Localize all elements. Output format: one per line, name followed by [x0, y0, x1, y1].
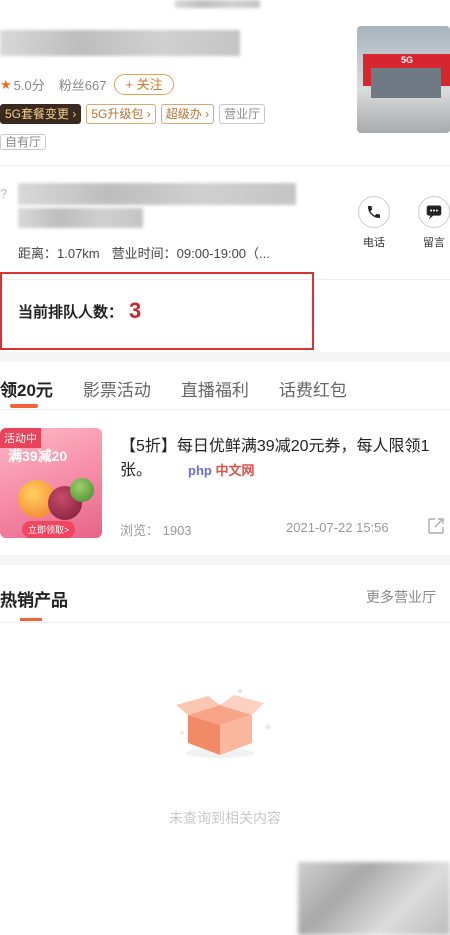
fruit-image [70, 478, 94, 502]
service-tags: 5G套餐变更 › 5G升级包 › 超级办 › 营业厅 [0, 104, 266, 124]
promo-thumbnail[interactable]: 活动中 满39减20 立即领取> [0, 428, 102, 538]
empty-box-icon [168, 683, 278, 763]
divider [0, 409, 450, 410]
follow-label: 关注 [136, 77, 163, 92]
blurred-store-name [0, 30, 240, 56]
message-label: 留言 [423, 237, 445, 249]
tab-movie-tickets[interactable]: 影票活动 [83, 376, 151, 401]
tag-business-hall: 营业厅 [219, 104, 266, 124]
tab-get-20-yuan[interactable]: 领20元 [0, 376, 53, 401]
rating-value: 5.0分 [13, 78, 45, 93]
distance-text: 距离：1.07km [18, 246, 100, 261]
blurred-address-line1 [18, 183, 296, 205]
tag-label: 5G套餐变更 [5, 107, 70, 121]
promo-thumb-cta: 立即领取> [22, 521, 76, 538]
more-halls-link[interactable]: 更多营业厅 [366, 587, 436, 607]
watermark-cn: 中文网 [215, 463, 255, 478]
blurred-top-text [175, 0, 260, 8]
tag-5g-upgrade[interactable]: 5G升级包 › [86, 104, 156, 124]
store-photo[interactable]: 5G [357, 26, 450, 133]
star-icon: ★ [0, 76, 12, 92]
activity-tabs: 领20元 影票活动 直播福利 话费红包 [0, 366, 450, 410]
promo-status-badge: 活动中 [0, 428, 41, 448]
promo-date: 2021-07-22 15:56 [286, 520, 389, 535]
tag-5g-plan-change[interactable]: 5G套餐变更 › [0, 104, 82, 124]
store-card: ★ 5.0分 粉丝667 + 关注 5G套餐变更 › 5G升级包 › 超级办 ›… [0, 0, 450, 165]
tab-phone-credit[interactable]: 话费红包 [279, 376, 347, 401]
empty-state-text: 未查询到相关内容 [169, 810, 281, 826]
rating-row: ★ 5.0分 粉丝667 + 关注 [0, 74, 174, 95]
section-gap [0, 352, 450, 362]
site-watermark: php 中文网 [188, 460, 254, 479]
divider [0, 622, 450, 623]
tag-super-service[interactable]: 超级办 › [160, 104, 215, 124]
section-indicator [20, 618, 42, 621]
active-tab-indicator [10, 404, 38, 408]
store-info-line: 距离：1.07km 营业时间：09:00-19:00（... [18, 243, 270, 262]
queue-label: 当前排队人数： [18, 303, 124, 321]
storefront-window [371, 68, 441, 98]
message-icon [418, 196, 450, 228]
store-photo-logo: 5G [401, 55, 414, 65]
phone-icon [358, 196, 390, 228]
message-button[interactable]: 留言 [414, 196, 450, 250]
tag-label: 5G升级包 [91, 107, 144, 121]
hours-text: 营业时间：09:00-19:00（... [111, 246, 270, 261]
blurred-address-line2 [18, 208, 143, 228]
promo-title[interactable]: 【5折】每日优鲜满39减20元券，每人限领1张。 [120, 435, 445, 483]
promo-views: 浏览： 1903 [120, 523, 192, 538]
tag-label: 超级办 [165, 107, 202, 121]
queue-status-box: 当前排队人数： 3 [0, 272, 314, 350]
follow-button[interactable]: + 关注 [114, 74, 174, 95]
fans-count: 粉丝667 [58, 78, 107, 93]
divider [0, 165, 450, 166]
section-gap [0, 555, 450, 565]
phone-button[interactable]: 电话 [354, 196, 394, 250]
tab-live-benefits[interactable]: 直播福利 [181, 376, 249, 401]
location-pin-icon: ? [0, 186, 8, 201]
queue-count: 3 [129, 298, 142, 323]
hot-products-title: 热销产品 [0, 591, 68, 610]
watermark-php: php [188, 463, 212, 478]
phone-label: 电话 [363, 237, 385, 249]
tag-own-hall: 自有厅 [0, 134, 47, 150]
promo-thumb-headline: 满39减20 [8, 448, 68, 464]
share-icon[interactable] [427, 517, 445, 535]
blurred-floating-widget [298, 862, 450, 935]
